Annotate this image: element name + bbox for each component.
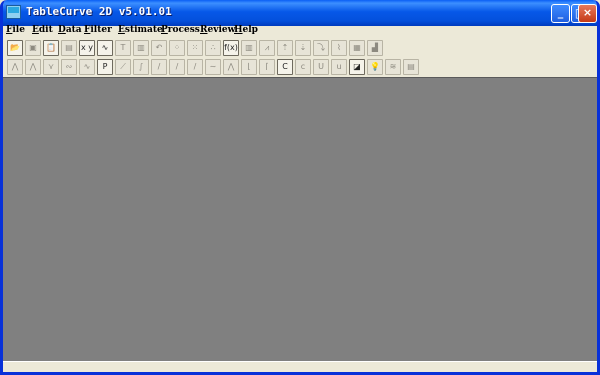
decay-icon[interactable]: ⌊ <box>241 59 257 75</box>
undo-icon[interactable]: ↶ <box>151 40 167 56</box>
fit-toolbar: ⋀ ⋀ ⋎ ∾ ∿ P ⟋ ∫ / / / ∼ ⋀ ⌊ ⌈ Cc Uu ◪ 💡 ≋ ▤ <box>3 58 597 77</box>
menu-help[interactable]: Help <box>234 25 258 35</box>
scatter-icon[interactable]: ⁘ <box>169 40 185 56</box>
rational-icon[interactable]: ⟋ <box>115 59 131 75</box>
curve-fit-icon[interactable]: ⌇ <box>331 40 347 56</box>
points-icon[interactable]: ∴ <box>205 40 221 56</box>
main-toolbar: 📂 ▣ 📋 ▤ x y ∿ T ▥ ↶ ⁘ ⁙ ∴ f(x) ▥ ⩘ ⇡ ⇣ ⤵ ⌇ ▦ ▟ <box>3 39 597 58</box>
transition-icon[interactable]: ⋎ <box>43 59 59 75</box>
line-3-icon[interactable]: / <box>187 59 203 75</box>
menu-file[interactable]: File <box>6 25 25 35</box>
workspace-area[interactable] <box>3 77 597 361</box>
diagonal-fit-icon[interactable]: ◪ <box>349 59 365 75</box>
chart-area-icon[interactable]: ▟ <box>367 40 383 56</box>
menu-bar: File Edit Data Filter Estimate Process R… <box>3 25 597 38</box>
lightbulb-icon[interactable]: 💡 <box>367 59 383 75</box>
peak-fit-icon[interactable]: ⋀ <box>7 59 23 75</box>
status-bar <box>3 361 597 372</box>
menu-filter[interactable]: Filter <box>84 25 112 35</box>
import-icon[interactable]: ▣ <box>25 40 41 56</box>
notebook-icon[interactable]: ▤ <box>403 59 419 75</box>
polynomial-icon[interactable]: P <box>97 59 113 75</box>
window-title: TableCurve 2D v5.01.01 <box>26 5 172 18</box>
gaussian-peak-icon[interactable]: ⋀ <box>223 59 239 75</box>
waveform-icon[interactable]: ∾ <box>61 59 77 75</box>
bar-chart-icon[interactable]: ▥ <box>241 40 257 56</box>
line-up-icon[interactable]: ⩘ <box>259 40 275 56</box>
title-bar[interactable]: TableCurve 2D v5.01.01 _ □ <box>3 0 597 26</box>
arrow-down-icon[interactable]: ⇣ <box>295 40 311 56</box>
minimize-button[interactable]: _ <box>551 4 570 23</box>
close-button[interactable]: × <box>578 4 597 23</box>
menu-estimate[interactable]: Estimate <box>118 25 163 35</box>
scatter-fit-icon[interactable]: ⁙ <box>187 40 203 56</box>
menu-review[interactable]: Review <box>200 25 235 35</box>
wave-icon[interactable]: ∼ <box>205 59 221 75</box>
menu-process[interactable]: Process <box>161 25 200 35</box>
spline-icon[interactable]: ∿ <box>79 59 95 75</box>
user-function-2-icon[interactable]: u <box>331 59 347 75</box>
menu-data[interactable]: Data <box>58 25 82 35</box>
custom-c-icon[interactable]: C <box>277 59 293 75</box>
custom-c-italic-icon[interactable]: c <box>295 59 311 75</box>
save-icon[interactable]: ▤ <box>61 40 77 56</box>
app-icon <box>6 5 21 19</box>
user-function-icon[interactable]: U <box>313 59 329 75</box>
function-icon[interactable]: f(x) <box>223 40 239 56</box>
peak-fit-2-icon[interactable]: ⋀ <box>25 59 41 75</box>
growth-icon[interactable]: ⌈ <box>259 59 275 75</box>
line-icon[interactable]: / <box>151 59 167 75</box>
text-icon[interactable]: T <box>115 40 131 56</box>
xy-data-icon[interactable]: x y <box>79 40 95 56</box>
curve-wave-icon[interactable]: ∿ <box>97 40 113 56</box>
arrow-up-icon[interactable]: ⇡ <box>277 40 293 56</box>
table-icon[interactable]: ▥ <box>133 40 149 56</box>
paste-icon[interactable]: 📋 <box>43 40 59 56</box>
report-icon[interactable]: ▦ <box>349 40 365 56</box>
curve-down-icon[interactable]: ⤵ <box>313 40 329 56</box>
sigmoid-icon[interactable]: ∫ <box>133 59 149 75</box>
app-window: TableCurve 2D v5.01.01 _ □ File Edit Dat… <box>0 0 600 375</box>
open-icon[interactable]: 📂 <box>7 40 23 56</box>
line-2-icon[interactable]: / <box>169 59 185 75</box>
graph-wave-icon[interactable]: ≋ <box>385 59 401 75</box>
menu-edit[interactable]: Edit <box>32 25 53 35</box>
